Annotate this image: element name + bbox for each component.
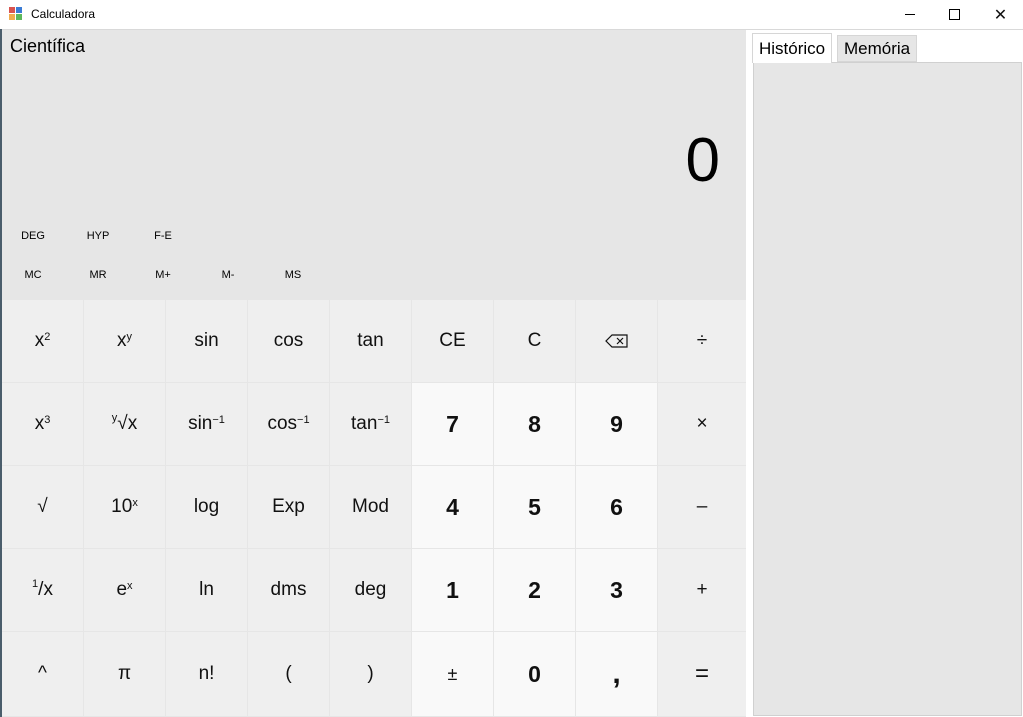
- decimal-button[interactable]: ,: [576, 632, 657, 716]
- clear-entry-button[interactable]: CE: [412, 300, 493, 382]
- close-icon: ✕: [993, 5, 1008, 24]
- calculator-panel: Científica 0 DEG HYP F-E MC MR M+ M- MS …: [2, 30, 746, 717]
- sin-button[interactable]: sin: [166, 300, 247, 382]
- pi-button[interactable]: π: [84, 632, 165, 716]
- y-root-index: y: [111, 412, 118, 424]
- digit-6-button[interactable]: 6: [576, 466, 657, 548]
- mc-button[interactable]: MC: [3, 269, 63, 281]
- asin-label: sin: [188, 413, 213, 434]
- square-label: x: [34, 330, 45, 351]
- deg-button[interactable]: DEG: [3, 230, 63, 242]
- cos-button[interactable]: cos: [248, 300, 329, 382]
- tab-history[interactable]: Histórico: [752, 33, 833, 63]
- hyp-button[interactable]: HYP: [68, 230, 128, 242]
- power-label: x: [117, 330, 127, 351]
- calculator-app-icon: [9, 6, 25, 22]
- divide-button[interactable]: ÷: [658, 300, 746, 382]
- caret-button[interactable]: ^: [2, 632, 83, 716]
- asin-button[interactable]: sin −1: [166, 383, 247, 465]
- digit-3-button[interactable]: 3: [576, 549, 657, 631]
- ln-button[interactable]: ln: [166, 549, 247, 631]
- cube-exp: 3: [44, 414, 51, 426]
- digit-5-button[interactable]: 5: [494, 466, 575, 548]
- power-exp: y: [126, 331, 133, 343]
- atan-button[interactable]: tan −1: [330, 383, 411, 465]
- e-power-exp: x: [127, 580, 133, 592]
- add-button[interactable]: +: [658, 549, 746, 631]
- square-root-button[interactable]: √: [2, 466, 83, 548]
- square-exp: 2: [44, 331, 51, 343]
- clear-button[interactable]: C: [494, 300, 575, 382]
- digit-9-button[interactable]: 9: [576, 383, 657, 465]
- ten-power-label: 10: [111, 496, 133, 517]
- ten-power-exp: x: [132, 497, 138, 509]
- e-power-label: e: [116, 579, 128, 600]
- multiply-button[interactable]: ×: [658, 383, 746, 465]
- y-root-label: √x: [117, 413, 138, 434]
- atan-exp: −1: [377, 414, 390, 426]
- mod-button[interactable]: Mod: [330, 466, 411, 548]
- backspace-icon: [604, 334, 628, 348]
- mr-button[interactable]: MR: [68, 269, 128, 281]
- close-button[interactable]: ✕: [978, 0, 1023, 29]
- digit-1-button[interactable]: 1: [412, 549, 493, 631]
- acos-label: cos: [267, 413, 298, 434]
- m-plus-button[interactable]: M+: [133, 269, 193, 281]
- reciprocal-numerator: 1: [32, 578, 39, 590]
- tab-memory[interactable]: Memória: [837, 35, 918, 62]
- m-minus-button[interactable]: M-: [198, 269, 258, 281]
- history-list: [753, 62, 1022, 716]
- factorial-button[interactable]: n!: [166, 632, 247, 716]
- mode-label: Científica: [10, 36, 86, 56]
- minimize-icon: [904, 14, 915, 15]
- atan-label: tan: [351, 413, 378, 434]
- reciprocal-label: /x: [38, 579, 53, 600]
- backspace-button[interactable]: [576, 300, 657, 382]
- deg-convert-button[interactable]: deg: [330, 549, 411, 631]
- exp-button[interactable]: Exp: [248, 466, 329, 548]
- dms-button[interactable]: dms: [248, 549, 329, 631]
- open-paren-button[interactable]: (: [248, 632, 329, 716]
- tan-button[interactable]: tan: [330, 300, 411, 382]
- ten-power-button[interactable]: 10 x: [84, 466, 165, 548]
- maximize-icon: [949, 9, 960, 20]
- close-paren-button[interactable]: ): [330, 632, 411, 716]
- fe-button[interactable]: F-E: [133, 230, 193, 242]
- digit-8-button[interactable]: 8: [494, 383, 575, 465]
- asin-exp: −1: [212, 414, 225, 426]
- keypad: x2 xy sin cos tan CE C ÷ x3 y √x sin −1 co…: [2, 300, 746, 716]
- acos-button[interactable]: cos −1: [248, 383, 329, 465]
- digit-4-button[interactable]: 4: [412, 466, 493, 548]
- negate-button[interactable]: ±: [412, 632, 493, 716]
- digit-7-button[interactable]: 7: [412, 383, 493, 465]
- power-button[interactable]: xy: [84, 300, 165, 382]
- log-button[interactable]: log: [166, 466, 247, 548]
- cube-button[interactable]: x3: [2, 383, 83, 465]
- y-root-button[interactable]: y √x: [84, 383, 165, 465]
- acos-exp: −1: [297, 414, 310, 426]
- result-display: 0: [685, 126, 720, 195]
- window-title: Calculadora: [31, 7, 96, 21]
- side-panel: Histórico Memória: [750, 30, 1023, 717]
- equals-button[interactable]: =: [658, 632, 746, 716]
- maximize-button[interactable]: [932, 0, 977, 29]
- square-button[interactable]: x2: [2, 300, 83, 382]
- reciprocal-button[interactable]: 1/x: [2, 549, 83, 631]
- cube-label: x: [34, 413, 45, 434]
- digit-2-button[interactable]: 2: [494, 549, 575, 631]
- minimize-button[interactable]: [887, 0, 932, 29]
- e-power-button[interactable]: ex: [84, 549, 165, 631]
- ms-button[interactable]: MS: [263, 269, 323, 281]
- digit-0-button[interactable]: 0: [494, 632, 575, 716]
- subtract-button[interactable]: –: [658, 466, 746, 548]
- title-bar: Calculadora ✕: [0, 0, 1023, 30]
